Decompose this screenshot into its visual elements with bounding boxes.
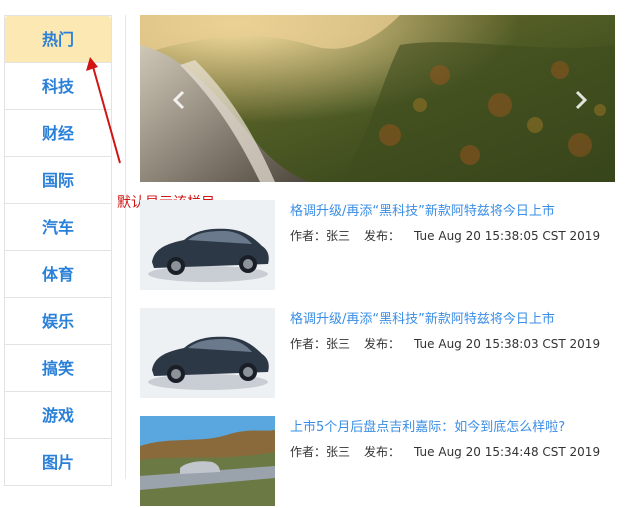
- author-label: 作者：: [290, 229, 327, 243]
- car-image: [140, 200, 275, 290]
- publish-label: 发布：: [364, 229, 401, 243]
- publish-label: 发布：: [364, 337, 401, 351]
- sidebar-item-funny[interactable]: 搞笑: [5, 345, 111, 392]
- news-meta: 作者：张三 发布： Tue Aug 20 15:34:48 CST 2019: [290, 443, 600, 460]
- news-meta: 作者：张三 发布： Tue Aug 20 15:38:03 CST 2019: [290, 335, 600, 352]
- news-thumbnail[interactable]: [140, 308, 275, 398]
- publish-label: 发布：: [364, 445, 401, 459]
- author-label: 作者：: [290, 337, 327, 351]
- sidebar-item-sports[interactable]: 体育: [5, 251, 111, 298]
- road-car-image: [140, 416, 275, 506]
- carousel-prev-button[interactable]: [170, 88, 190, 112]
- carousel-image: [140, 15, 615, 182]
- car-image: [140, 308, 275, 398]
- news-title[interactable]: 上市5个月后盘点吉利嘉际：如今到底怎么样啦?: [290, 416, 565, 435]
- chevron-left-icon: [172, 90, 185, 110]
- sidebar-item-auto[interactable]: 汽车: [5, 204, 111, 251]
- carousel-next-button[interactable]: [570, 88, 590, 112]
- news-thumbnail[interactable]: [140, 200, 275, 290]
- news-item[interactable]: 上市5个月后盘点吉利嘉际：如今到底怎么样啦? 作者：张三 发布： Tue Aug 2…: [140, 416, 615, 508]
- author-label: 作者：: [290, 445, 327, 459]
- news-item[interactable]: 格调升级/再添“黑科技”新款阿特兹将今日上市 作者：张三 发布： Tue Aug 2…: [140, 308, 615, 400]
- news-item[interactable]: 格调升级/再添“黑科技”新款阿特兹将今日上市 作者：张三 发布： Tue Aug 2…: [140, 200, 615, 292]
- publish-date: Tue Aug 20 15:34:48 CST 2019: [414, 445, 601, 459]
- news-meta: 作者：张三 发布： Tue Aug 20 15:38:05 CST 2019: [290, 227, 600, 244]
- author-name: 张三: [326, 445, 351, 459]
- news-thumbnail[interactable]: [140, 416, 275, 506]
- sidebar-item-games[interactable]: 游戏: [5, 392, 111, 439]
- news-title[interactable]: 格调升级/再添“黑科技”新款阿特兹将今日上市: [290, 308, 555, 327]
- author-name: 张三: [326, 229, 351, 243]
- author-name: 张三: [326, 337, 351, 351]
- publish-date: Tue Aug 20 15:38:05 CST 2019: [414, 229, 601, 243]
- sidebar-item-entertainment[interactable]: 娱乐: [5, 298, 111, 345]
- annotation-arrow: [86, 57, 121, 164]
- news-title[interactable]: 格调升级/再添“黑科技”新款阿特兹将今日上市: [290, 200, 555, 219]
- chevron-right-icon: [575, 90, 588, 110]
- publish-date: Tue Aug 20 15:38:03 CST 2019: [414, 337, 601, 351]
- image-carousel[interactable]: [140, 15, 615, 182]
